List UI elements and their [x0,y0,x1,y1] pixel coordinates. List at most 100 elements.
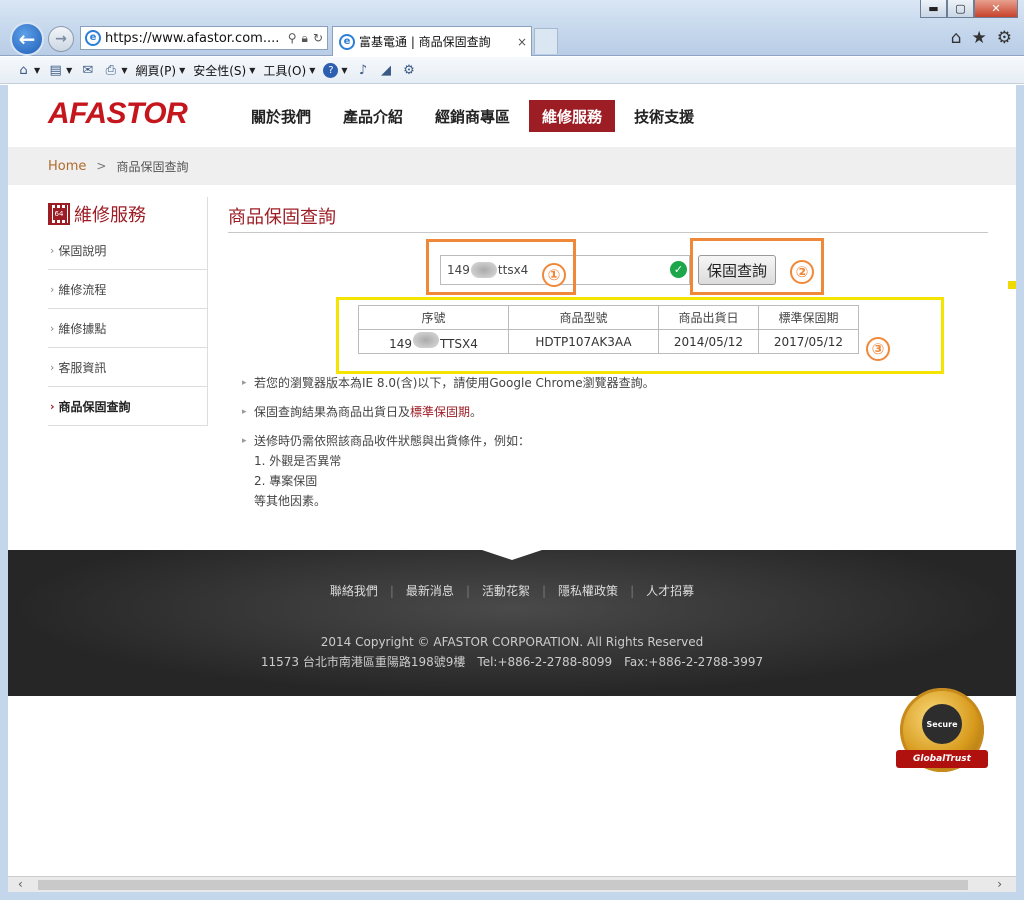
note-text: 若您的瀏覽器版本為IE 8.0(含)以下，請使用Google Chrome瀏覽器… [254,376,655,390]
note-browser: ▸ 若您的瀏覽器版本為IE 8.0(含)以下，請使用Google Chrome瀏覽… [242,373,655,393]
browser-tab-active[interactable]: e 富基電通 | 商品保固查詢 × [332,26,532,56]
web-page: AFASTOR 關於我們 產品介紹 經銷商專區 維修服務 技術支援 Home >… [8,85,1016,875]
cell-serial-prefix: 149 [389,337,412,351]
sidebar-item-label: 客服資訊 [58,360,107,375]
page-menu[interactable]: 網頁(P) ▼ [135,62,185,79]
forward-button[interactable]: → [48,26,74,52]
tools-menu-label: 工具(O) [263,63,307,78]
minimize-button[interactable]: ▬ [920,0,947,18]
scrollbar-thumb[interactable] [38,880,968,890]
sidebar-item-label: 保固說明 [58,243,107,258]
nav-about[interactable]: 關於我們 [238,100,324,132]
tab-close-icon[interactable]: × [513,35,531,49]
help-menu[interactable]: ? ▼ [323,62,348,78]
site-footer: 聯絡我們 | 最新消息 | 活動花絮 | 隱私權政策 | 人才招募 2014 Copyr… [8,550,1016,696]
window-frame-bottom [0,892,1024,900]
sidebar-list: › 保固說明 › 維修流程 › 維修據點 › 客服資訊 › 商品保固查詢 [48,231,208,426]
sidebar-item-repair-process[interactable]: › 維修流程 [48,270,207,309]
cell-ship-date: 2014/05/12 [658,329,759,354]
lock-icon[interactable]: 🔒︎ [302,31,308,46]
nav-products[interactable]: 產品介紹 [330,100,416,132]
printer-icon: ⎙ [105,62,117,78]
footer-links: 聯絡我們 | 最新消息 | 活動花絮 | 隱私權政策 | 人才招募 [8,582,1016,599]
bullet-icon: ▸ [242,378,247,388]
print-menu[interactable]: ⎙ ▼ [103,62,128,78]
note-text: 保固查詢結果為商品出貨日及 [254,405,411,419]
nav-tech-support[interactable]: 技術支援 [621,100,707,132]
annotation-number-3: ③ [866,337,890,361]
footer-copyright-block: 2014 Copyright © AFASTOR CORPORATION. Al… [8,632,1016,672]
note-highlight: 標準保固期 [410,405,471,419]
chevron-right-icon: › [50,360,55,374]
table-header-serial: 序號 [358,305,509,330]
check-icon: ✓ [670,261,687,278]
addon-button[interactable]: ⚙ [402,63,417,78]
footer-link-careers[interactable]: 人才招募 [634,582,706,599]
horizontal-scrollbar[interactable]: ‹ › [8,876,1016,892]
note-repair: ▸ 送修時仍需依照該商品收件狀態與出貨條件，例如： [242,431,655,451]
nav-dealers[interactable]: 經銷商專區 [422,100,523,132]
footer-notch [482,550,542,560]
security-seal[interactable]: Secure GlobalTrust [896,688,988,772]
help-icon: ? [323,62,339,78]
tab-title: 富基電通 | 商品保固查詢 [359,35,491,49]
gear-icon: ⚙ [403,62,415,78]
home-icon[interactable]: ⌂ [951,28,962,48]
footer-link-privacy[interactable]: 隱私權政策 [546,582,630,599]
note-result: ▸ 保固查詢結果為商品出貨日及標準保固期。 [242,402,655,422]
feeds-menu[interactable]: ▤ ▼ [48,63,73,78]
note-sub-item: 2. 專案保固 [254,474,318,488]
scroll-right-icon[interactable]: › [997,877,1002,891]
note-sub-item: 1. 外觀是否異常 [254,454,342,468]
address-url[interactable]: https://www.afastor.com.... [105,31,284,46]
site-logo[interactable]: AFASTOR [48,97,188,131]
sidebar-item-label: 維修流程 [58,282,107,297]
nav-repair-service[interactable]: 維修服務 [529,100,616,132]
new-tab-button[interactable] [534,28,558,54]
research-button[interactable]: ♪ [356,63,371,78]
cell-serial-suffix: TTSX4 [439,337,478,351]
browser-titlebar: ▬ ▢ ✕ ← → e https://www.afastor.com.... … [0,0,1024,56]
home-menu[interactable]: ⌂ ▼ [16,63,40,78]
sidebar-item-warranty-query[interactable]: › 商品保固查詢 [48,387,207,426]
cell-warranty-until: 2017/05/12 [758,329,859,354]
table-header-row: 序號 商品型號 商品出貨日 標準保固期 [358,305,859,330]
sidebar-item-warranty-info[interactable]: › 保固說明 [48,231,207,270]
breadcrumb-home[interactable]: Home [48,159,86,174]
footer-link-events[interactable]: 活動花絮 [470,582,542,599]
chevron-right-icon: › [50,282,55,296]
sidebar-title: 維修服務 [74,205,146,226]
search-icon[interactable]: ⚲ [288,31,297,46]
close-window-button[interactable]: ✕ [974,0,1018,18]
window-controls: ▬ ▢ ✕ [920,0,1018,18]
sidebar-item-label: 維修據點 [58,321,107,336]
research-icon: ♪ [358,62,368,78]
refresh-icon[interactable]: ↻ [313,31,323,46]
scroll-left-icon[interactable]: ‹ [18,877,23,891]
footer-link-news[interactable]: 最新消息 [394,582,466,599]
sidebar-item-customer-service[interactable]: › 客服資訊 [48,348,207,387]
safety-menu[interactable]: 安全性(S) ▼ [193,62,255,79]
maximize-button[interactable]: ▢ [947,0,974,18]
ie-icon: e [85,30,101,46]
seal-banner: GlobalTrust [896,750,988,768]
chip-label: 64 [53,208,65,220]
sidebar-item-repair-locations[interactable]: › 維修據點 [48,309,207,348]
redaction-blur [412,332,439,348]
chevron-right-icon: › [50,399,55,413]
favorites-icon[interactable]: ★ [972,28,987,48]
address-bar[interactable]: e https://www.afastor.com.... ⚲ 🔒︎ ↻ [80,26,328,50]
settings-icon[interactable]: ⚙ [997,28,1012,48]
breadcrumb-separator: > [96,159,107,173]
annotation-mark [1008,281,1016,289]
back-button[interactable]: ← [10,22,44,56]
main-nav: 關於我們 產品介紹 經銷商專區 維修服務 技術支援 [238,100,707,132]
footer-link-contact[interactable]: 聯絡我們 [318,582,390,599]
footer-address: 11573 台北市南港區重陽路198號9樓 Tel:+886-2-2788-80… [260,655,764,669]
translate-button[interactable]: ◢ [379,63,394,78]
footer-copyright: 2014 Copyright © AFASTOR CORPORATION. Al… [320,635,704,649]
chip-icon: 64 [48,203,70,225]
breadcrumb: Home > 商品保固查詢 [8,147,1016,185]
tools-menu[interactable]: 工具(O) ▼ [263,62,315,79]
mail-button[interactable]: ✉ [80,63,95,78]
